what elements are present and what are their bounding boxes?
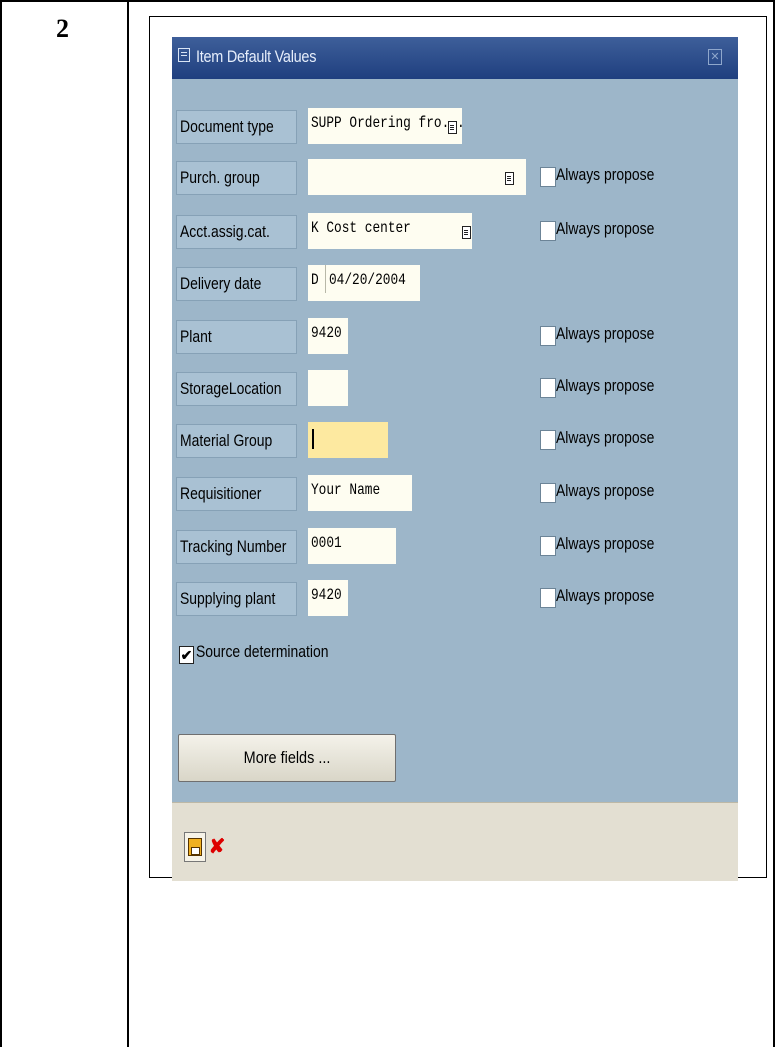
storage-location-input[interactable] bbox=[308, 370, 348, 406]
table-column-divider bbox=[127, 0, 129, 1047]
material-group-always-propose-checkbox[interactable] bbox=[540, 430, 556, 450]
requisitioner-always-propose-checkbox[interactable] bbox=[540, 483, 556, 503]
purch-group-always-propose-label: Always propose bbox=[556, 165, 655, 184]
storage-location-label: StorageLocation bbox=[176, 372, 297, 406]
material-group-always-propose-label: Always propose bbox=[556, 428, 655, 447]
purch-group-input[interactable] bbox=[308, 159, 526, 195]
material-group-label: Material Group bbox=[176, 424, 297, 458]
acct-assig-cat-input[interactable]: K Cost center bbox=[308, 213, 472, 249]
plant-value: 9420 bbox=[311, 324, 342, 342]
cancel-icon[interactable]: ✘ bbox=[207, 832, 227, 862]
dialog-footer: ✘ bbox=[172, 802, 738, 881]
document-type-label: Document type bbox=[176, 110, 297, 144]
purch-group-dropdown-icon[interactable] bbox=[505, 172, 514, 185]
storage-location-always-propose-label: Always propose bbox=[556, 376, 655, 395]
tracking-number-input[interactable]: 0001 bbox=[308, 528, 396, 564]
delivery-date-label: Delivery date bbox=[176, 267, 297, 301]
requisitioner-always-propose-label: Always propose bbox=[556, 481, 655, 500]
supplying-plant-value: 9420 bbox=[311, 586, 342, 604]
dialog-title: Item Default Values bbox=[196, 47, 317, 66]
acct-assig-cat-always-propose-checkbox[interactable] bbox=[540, 221, 556, 241]
delivery-date-type[interactable]: D bbox=[311, 265, 319, 295]
tracking-number-label: Tracking Number bbox=[176, 530, 297, 564]
table-left-border bbox=[0, 0, 2, 1047]
acct-assig-cat-label: Acct.assig.cat. bbox=[176, 215, 297, 249]
storage-location-always-propose-checkbox[interactable] bbox=[540, 378, 556, 398]
plant-label: Plant bbox=[176, 320, 297, 354]
material-group-input[interactable] bbox=[308, 422, 388, 458]
text-cursor bbox=[312, 429, 314, 449]
more-fields-button[interactable]: More fields ... bbox=[178, 734, 396, 782]
acct-assig-cat-dropdown-icon[interactable] bbox=[462, 226, 471, 239]
item-default-values-dialog: Item Default Values ✕ Document type SUPP … bbox=[172, 37, 738, 881]
document-type-dropdown-icon[interactable] bbox=[448, 121, 457, 134]
requisitioner-value: Your Name bbox=[311, 481, 381, 499]
source-determination-label: Source determination bbox=[196, 642, 329, 661]
plant-input[interactable]: 9420 bbox=[308, 318, 348, 354]
plant-always-propose-checkbox[interactable] bbox=[540, 326, 556, 346]
table-top-border bbox=[0, 0, 775, 2]
plant-always-propose-label: Always propose bbox=[556, 324, 655, 343]
document-type-value: SUPP Ordering fro... bbox=[311, 114, 462, 132]
source-determination-checkbox[interactable]: ✔ bbox=[179, 646, 194, 664]
requisitioner-label: Requisitioner bbox=[176, 477, 297, 511]
tracking-number-always-propose-checkbox[interactable] bbox=[540, 536, 556, 556]
delivery-date-value: 04/20/2004 bbox=[328, 271, 406, 289]
purch-group-label: Purch. group bbox=[176, 161, 297, 195]
purch-group-always-propose-checkbox[interactable] bbox=[540, 167, 556, 187]
supplying-plant-always-propose-label: Always propose bbox=[556, 586, 655, 605]
tracking-number-always-propose-label: Always propose bbox=[556, 534, 655, 553]
supplying-plant-input[interactable]: 9420 bbox=[308, 580, 348, 616]
save-icon[interactable] bbox=[184, 832, 206, 862]
dialog-titlebar: Item Default Values ✕ bbox=[172, 37, 738, 79]
tracking-number-value: 0001 bbox=[311, 534, 342, 552]
acct-assig-cat-always-propose-label: Always propose bbox=[556, 219, 655, 238]
supplying-plant-label: Supplying plant bbox=[176, 582, 297, 616]
acct-assig-cat-value: K Cost center bbox=[311, 219, 411, 237]
step-number: 2 bbox=[56, 14, 69, 43]
field-separator bbox=[324, 265, 326, 293]
document-type-input[interactable]: SUPP Ordering fro... bbox=[308, 108, 462, 144]
delivery-date-input[interactable]: D 04/20/2004 bbox=[308, 265, 420, 301]
dialog-window-icon bbox=[178, 48, 190, 62]
requisitioner-input[interactable]: Your Name bbox=[308, 475, 412, 511]
close-icon[interactable]: ✕ bbox=[708, 49, 722, 65]
supplying-plant-always-propose-checkbox[interactable] bbox=[540, 588, 556, 608]
